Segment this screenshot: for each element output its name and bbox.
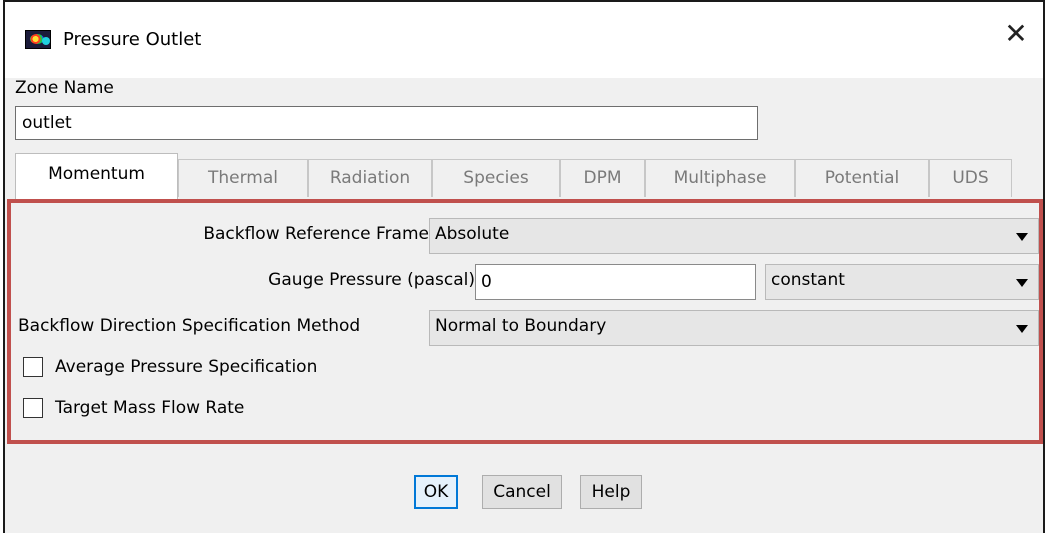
chevron-down-icon xyxy=(1016,233,1028,241)
zone-name-input[interactable] xyxy=(15,106,758,140)
close-icon[interactable]: ✕ xyxy=(1003,20,1029,50)
tab-dpm[interactable]: DPM xyxy=(560,159,645,197)
tab-species[interactable]: Species xyxy=(432,159,560,197)
zone-name-label: Zone Name xyxy=(15,78,114,98)
chevron-down-icon xyxy=(1016,325,1028,333)
gauge-pressure-profile-value: constant xyxy=(771,270,845,290)
gauge-pressure-label: Gauge Pressure (pascal) xyxy=(268,270,475,290)
help-button[interactable]: Help xyxy=(580,475,642,509)
tab-momentum[interactable]: Momentum xyxy=(15,153,178,199)
gauge-pressure-input[interactable] xyxy=(475,264,756,300)
gauge-pressure-profile-select[interactable]: constant xyxy=(765,264,1039,300)
chevron-down-icon xyxy=(1016,279,1028,287)
cancel-button[interactable]: Cancel xyxy=(482,475,562,509)
ok-button[interactable]: OK xyxy=(414,475,458,509)
average-pressure-checkbox[interactable] xyxy=(23,357,43,377)
target-mass-flow-label: Target Mass Flow Rate xyxy=(55,398,245,418)
average-pressure-checkbox-row[interactable]: Average Pressure Specification xyxy=(23,354,317,380)
tab-radiation[interactable]: Radiation xyxy=(308,159,432,197)
target-mass-flow-checkbox-row[interactable]: Target Mass Flow Rate xyxy=(23,395,244,421)
tab-multiphase[interactable]: Multiphase xyxy=(645,159,795,197)
title-bar: Pressure Outlet ✕ xyxy=(5,2,1043,78)
tab-uds[interactable]: UDS xyxy=(929,159,1012,197)
window-title: Pressure Outlet xyxy=(63,29,202,50)
momentum-panel: Backflow Reference Frame Absolute Gauge … xyxy=(7,199,1043,444)
backflow-reference-frame-value: Absolute xyxy=(435,224,510,244)
fluent-app-icon xyxy=(25,30,51,49)
dialog-buttons: OK Cancel Help xyxy=(0,475,1045,509)
target-mass-flow-checkbox[interactable] xyxy=(23,398,43,418)
average-pressure-label: Average Pressure Specification xyxy=(55,357,318,377)
backflow-direction-value: Normal to Boundary xyxy=(435,316,607,336)
backflow-direction-select[interactable]: Normal to Boundary xyxy=(429,310,1039,346)
backflow-reference-frame-select[interactable]: Absolute xyxy=(429,218,1039,254)
tab-thermal[interactable]: Thermal xyxy=(178,159,308,197)
tab-potential[interactable]: Potential xyxy=(795,159,929,197)
backflow-reference-frame-label: Backflow Reference Frame xyxy=(203,224,429,244)
backflow-direction-label: Backflow Direction Specification Method xyxy=(18,316,361,336)
